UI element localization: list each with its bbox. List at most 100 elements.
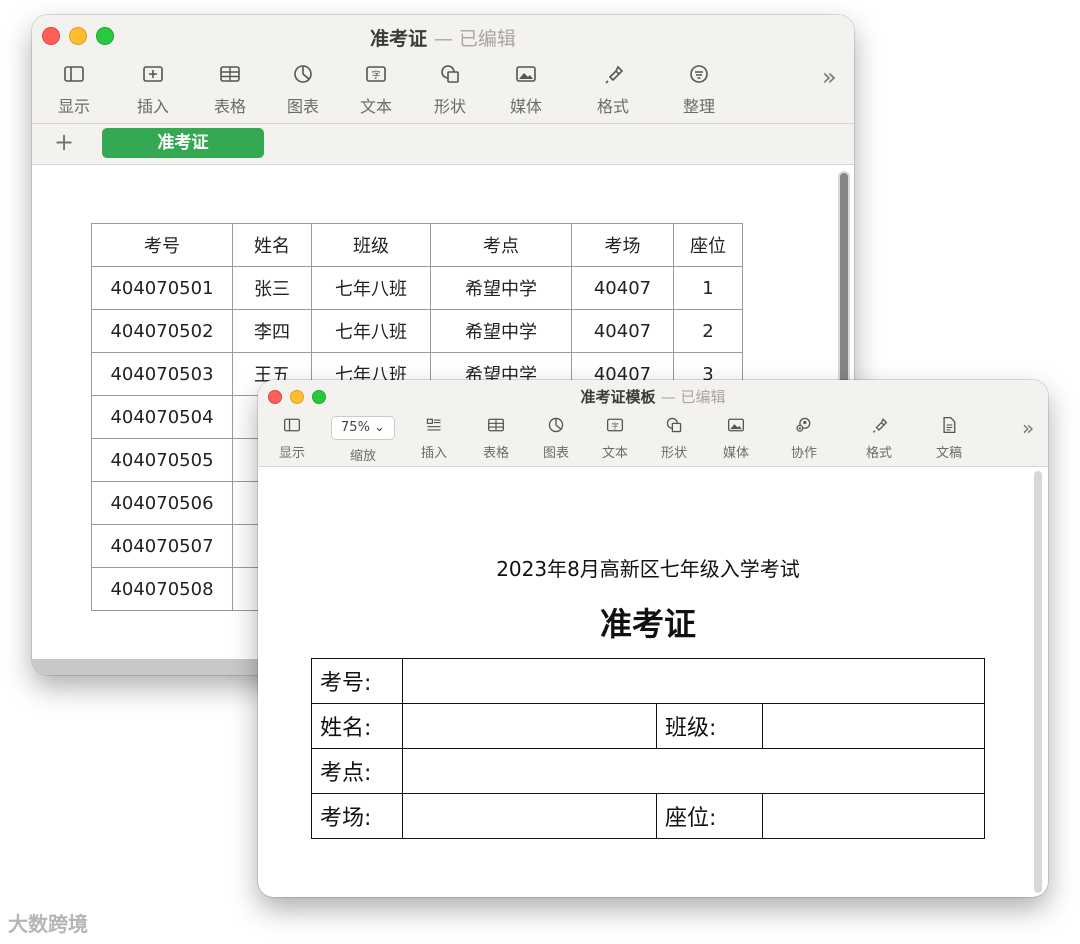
zoom-select[interactable]: 75% ⌄ — [331, 416, 395, 440]
label-exam-no: 考号: — [311, 658, 403, 704]
toolbar-label: 插入 — [136, 97, 169, 116]
toolbar-format-button[interactable]: 格式 — [585, 63, 641, 117]
column-header[interactable]: 考点 — [430, 223, 572, 267]
toolbar-media-button[interactable]: 媒体 — [710, 416, 762, 461]
shape-icon — [666, 417, 682, 433]
vertical-scrollbar[interactable] — [1034, 471, 1042, 893]
form-row-room: 考场: 座位: — [311, 793, 985, 839]
table-header-row: 考号 姓名 班级 考点 考场 座位 — [91, 223, 743, 267]
admission-form-table[interactable]: 考号: 姓名: 班级: 考点: 考场: 座位: — [311, 658, 985, 839]
document-icon — [943, 416, 956, 434]
table-cell[interactable]: 七年八班 — [311, 266, 431, 310]
table-cell[interactable]: 希望中学 — [430, 309, 572, 353]
document-name: 准考证 — [370, 28, 428, 50]
toolbar-chart-button[interactable]: 图表 — [275, 63, 331, 117]
toolbar-text-button[interactable]: 字 文本 — [348, 63, 404, 117]
toolbar-insert-button[interactable]: 插入 — [125, 63, 181, 117]
toolbar-label: 协作 — [790, 446, 817, 461]
field-room[interactable] — [402, 793, 657, 839]
toolbar-view-button[interactable]: 显示 — [266, 416, 318, 461]
field-name[interactable] — [402, 703, 657, 749]
table-cell[interactable]: 李四 — [232, 309, 312, 353]
toolbar-zoom-control[interactable]: 75% ⌄ 缩放 — [328, 416, 398, 464]
table-cell[interactable]: 404070508 — [91, 567, 233, 611]
edited-status: 已编辑 — [680, 388, 726, 406]
toolbar-label: 格式 — [865, 446, 892, 461]
table-cell[interactable]: 七年八班 — [311, 309, 431, 353]
toolbar-chart-button[interactable]: 图表 — [530, 416, 582, 461]
toolbar-label: 图表 — [542, 446, 569, 461]
text-box-icon: 字 — [606, 418, 624, 432]
toolbar-label: 整理 — [682, 97, 715, 116]
label-seat: 座位: — [656, 793, 763, 839]
column-header[interactable]: 考号 — [91, 223, 233, 267]
toolbar-overflow-icon[interactable]: » — [1022, 416, 1034, 440]
toolbar-label: 形状 — [433, 97, 466, 116]
chart-icon — [294, 65, 312, 83]
sheet-tab-active[interactable]: 准考证 — [102, 128, 264, 158]
label-name: 姓名: — [311, 703, 403, 749]
form-row-exam-no: 考号: — [311, 658, 985, 704]
toolbar-overflow-icon[interactable]: » — [822, 63, 837, 91]
toolbar-label: 文本 — [359, 97, 392, 116]
document-name: 准考证模板 — [580, 388, 656, 406]
paintbrush-icon — [605, 65, 624, 84]
toolbar-format-button[interactable]: 格式 — [853, 416, 905, 461]
sidebar-icon — [283, 418, 301, 432]
pages-window: 准考证模板 — 已编辑 显示 75% ⌄ 缩放 插入 表格 图表 字 文本 形状… — [258, 380, 1048, 897]
table-icon — [220, 66, 240, 82]
table-cell[interactable]: 张三 — [232, 266, 312, 310]
table-cell[interactable]: 404070505 — [91, 438, 233, 482]
toolbar-label: 表格 — [482, 446, 509, 461]
field-class[interactable] — [762, 703, 985, 749]
chart-icon — [548, 417, 564, 433]
label-site: 考点: — [311, 748, 403, 794]
table-cell[interactable]: 2 — [673, 309, 743, 353]
add-sheet-button[interactable]: + — [54, 128, 74, 156]
sidebar-icon — [64, 66, 84, 82]
table-cell[interactable]: 404070507 — [91, 524, 233, 568]
exam-subtitle: 2023年8月高新区七年级入学考试 — [496, 557, 800, 581]
titlebar: 准考证 — 已编辑 显示 插入 表格 图表 字 文本 形状 媒体 格式 整理 » — [32, 15, 854, 124]
toolbar-collaborate-button[interactable]: 协作 — [778, 416, 830, 461]
toolbar-media-button[interactable]: 媒体 — [498, 63, 554, 117]
svg-text:字: 字 — [371, 69, 380, 81]
collaborate-icon — [796, 417, 811, 432]
field-seat[interactable] — [762, 793, 985, 839]
toolbar-table-button[interactable]: 表格 — [202, 63, 258, 117]
image-icon — [516, 66, 536, 82]
toolbar-document-button[interactable]: 文稿 — [923, 416, 975, 461]
table-cell[interactable]: 404070502 — [91, 309, 233, 353]
insert-icon — [143, 66, 163, 82]
table-cell[interactable]: 404070503 — [91, 352, 233, 396]
field-exam-no[interactable] — [402, 658, 985, 704]
window-title: 准考证模板 — 已编辑 — [580, 388, 726, 406]
toolbar-shape-button[interactable]: 形状 — [422, 63, 478, 117]
toolbar-organize-button[interactable]: 整理 — [671, 63, 727, 117]
field-site[interactable] — [402, 748, 985, 794]
table-cell[interactable]: 40407 — [571, 266, 674, 310]
toolbar-insert-button[interactable]: 插入 — [408, 416, 460, 461]
toolbar-view-button[interactable]: 显示 — [46, 63, 102, 117]
table-cell[interactable]: 希望中学 — [430, 266, 572, 310]
toolbar-label: 显示 — [57, 97, 90, 116]
table-cell[interactable]: 404070506 — [91, 481, 233, 525]
paintbrush-icon — [872, 418, 888, 433]
document-canvas: 2023年8月高新区七年级入学考试 准考证 考号: 姓名: 班级: 考点: 考场… — [258, 467, 1048, 897]
table-cell[interactable]: 404070504 — [91, 395, 233, 439]
column-header[interactable]: 座位 — [673, 223, 743, 267]
toolbar-label: 格式 — [596, 97, 629, 116]
toolbar-table-button[interactable]: 表格 — [470, 416, 522, 461]
watermark-logo: 大数跨境 — [8, 912, 88, 936]
column-header[interactable]: 考场 — [571, 223, 674, 267]
table-cell[interactable]: 1 — [673, 266, 743, 310]
table-cell[interactable]: 40407 — [571, 309, 674, 353]
toolbar-shape-button[interactable]: 形状 — [648, 416, 700, 461]
text-box-icon: 字 — [366, 66, 386, 82]
svg-text:字: 字 — [611, 421, 618, 430]
toolbar-text-button[interactable]: 字 文本 — [589, 416, 641, 461]
column-header[interactable]: 班级 — [311, 223, 431, 267]
column-header[interactable]: 姓名 — [232, 223, 312, 267]
toolbar-label: 形状 — [660, 446, 687, 461]
table-cell[interactable]: 404070501 — [91, 266, 233, 310]
